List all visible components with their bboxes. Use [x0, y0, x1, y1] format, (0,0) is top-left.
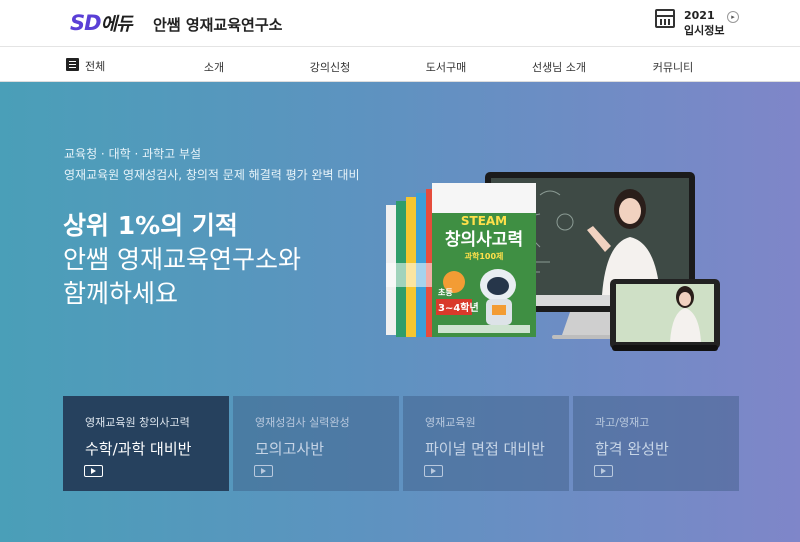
- admission-label: 입시정보: [684, 24, 725, 37]
- org-title[interactable]: 안쌤 영재교육연구소: [153, 14, 282, 35]
- course-card-pass-completion[interactable]: 과고/영재고 합격 완성반: [573, 396, 739, 491]
- course-name: 수학/과학 대비반: [85, 440, 192, 458]
- nav-item-intro[interactable]: 소개: [204, 59, 224, 75]
- logo-sd-text: SD: [70, 11, 102, 35]
- hero-title-3: 함께하세요: [63, 279, 179, 308]
- course-category: 영재교육원: [425, 416, 476, 429]
- svg-text:초등: 초등: [438, 288, 453, 297]
- site-header: SD에듀 안쌤 영재교육연구소 2021 입시정보 ▸: [0, 0, 800, 47]
- admission-year: 2021: [684, 9, 715, 22]
- hero-title-1: 상위 1%의 기적: [63, 211, 238, 240]
- chevron-right-icon: ▸: [727, 11, 739, 23]
- svg-text:STEAM: STEAM: [461, 214, 507, 228]
- course-card-mock-exam[interactable]: 영재성검사 실력완성 모의고사반: [233, 396, 399, 491]
- admission-info-link[interactable]: 2021 입시정보 ▸: [655, 7, 745, 39]
- hero-subtitle-2: 영재교육원 영재성검사, 창의적 문제 해결력 평가 완벽 대비: [64, 168, 360, 182]
- play-icon[interactable]: [594, 465, 613, 477]
- course-card-math-science[interactable]: 영재교육원 창의사고력 수학/과학 대비반: [63, 396, 229, 491]
- main-nav: 전체 소개 강의신청 도서구매 선생님 소개 커뮤니티: [0, 47, 800, 82]
- course-category: 영재교육원 창의사고력: [85, 416, 190, 429]
- svg-text:과학100제: 과학100제: [465, 251, 504, 261]
- menu-icon: [66, 58, 79, 71]
- play-icon[interactable]: [254, 465, 273, 477]
- hero-banner: 교육청 · 대학 · 과학고 부설 영재교육원 영재성검사, 창의적 문제 해결…: [0, 82, 800, 542]
- course-name: 파이널 면접 대비반: [425, 440, 545, 458]
- course-category: 영재성검사 실력완성: [255, 416, 350, 429]
- hero-title-2: 안쌤 영재교육연구소와: [63, 245, 301, 274]
- hero-subtitle-1: 교육청 · 대학 · 과학고 부설: [64, 147, 202, 161]
- nav-all-label: 전체: [85, 60, 106, 73]
- course-category: 과고/영재고: [595, 416, 650, 429]
- book-cover: STEAM 창의사고력 과학100제 초등 3~4학년: [432, 183, 536, 337]
- svg-text:창의사고력: 창의사고력: [445, 230, 523, 250]
- svg-text:3~4학년: 3~4학년: [438, 301, 479, 314]
- course-name: 합격 완성반: [595, 440, 669, 458]
- logo-edu-text: 에듀: [100, 14, 133, 35]
- sd-edu-logo[interactable]: SD에듀: [70, 10, 133, 36]
- calendar-icon: [655, 9, 675, 28]
- book-stack-image: [386, 189, 436, 337]
- nav-item-community[interactable]: 커뮤니티: [653, 59, 693, 75]
- tablet-image: [610, 279, 720, 351]
- hero-illustration: STEAM 창의사고력 과학100제 초등 3~4학년: [386, 172, 720, 351]
- play-icon[interactable]: [424, 465, 443, 477]
- play-icon[interactable]: [84, 465, 103, 477]
- course-card-final-interview[interactable]: 영재교육원 파이널 면접 대비반: [403, 396, 569, 491]
- nav-item-teacher-intro[interactable]: 선생님 소개: [532, 59, 586, 75]
- course-name: 모의고사반: [255, 440, 325, 458]
- nav-item-book-purchase[interactable]: 도서구매: [426, 59, 466, 75]
- nav-item-course-apply[interactable]: 강의신청: [310, 59, 350, 75]
